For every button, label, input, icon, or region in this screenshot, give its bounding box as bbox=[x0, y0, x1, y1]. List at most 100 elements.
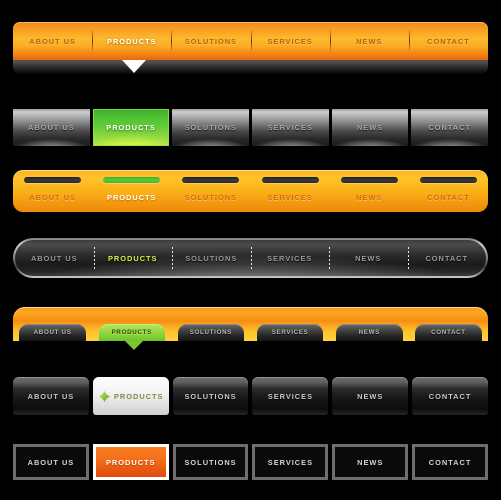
indicator-slot-icon bbox=[261, 177, 319, 183]
nav-item-about-us[interactable]: ABOUT US bbox=[13, 170, 92, 212]
nav-item-contact[interactable]: CONTACT bbox=[408, 22, 488, 60]
active-pointer-arrow-icon bbox=[122, 60, 146, 73]
nav-item-solutions[interactable]: SOLUTIONS bbox=[172, 240, 251, 276]
nav-item-products[interactable]: PRODUCTS bbox=[92, 324, 171, 341]
nav-item-label: SERVICES bbox=[267, 123, 313, 132]
nav-item-contact[interactable]: CONTACT bbox=[409, 324, 488, 341]
navbar-5-items: ABOUT US PRODUCTS SOLUTIONS SERVICES NEW… bbox=[13, 307, 488, 341]
nav-item-label: CONTACT bbox=[431, 329, 466, 336]
navbar-flat-boxes: ABOUT US PRODUCTS SOLUTIONS SERVICES NEW… bbox=[0, 440, 501, 484]
nav-item-news[interactable]: NEWS bbox=[330, 324, 409, 341]
nav-item-solutions[interactable]: SOLUTIONS bbox=[172, 444, 249, 480]
nav-item-label: CONTACT bbox=[428, 391, 472, 401]
nav-item-news[interactable]: NEWS bbox=[332, 444, 409, 480]
nav-item-contact[interactable]: CONTACT bbox=[412, 444, 488, 480]
navbar-glossy-dark-tabs: ABOUT US PRODUCTS SOLUTIONS SERVICES NEW… bbox=[0, 375, 501, 419]
nav-item-label: SOLUTIONS bbox=[184, 36, 237, 46]
nav-item-label: SERVICES bbox=[267, 391, 314, 401]
nav-item-services[interactable]: SERVICES bbox=[250, 22, 330, 60]
indicator-slot-icon bbox=[24, 177, 82, 183]
nav-item-news[interactable]: NEWS bbox=[331, 109, 409, 146]
nav-item-products[interactable]: PRODUCTS bbox=[93, 240, 173, 276]
active-pointer-arrow-icon bbox=[125, 341, 143, 350]
nav-item-label: NEWS bbox=[356, 193, 383, 202]
nav-item-services[interactable]: SERVICES bbox=[252, 444, 329, 480]
nav-item-label: SERVICES bbox=[267, 36, 313, 46]
nav-item-label: NEWS bbox=[356, 36, 383, 46]
indicator-slot-icon bbox=[340, 177, 398, 183]
navbar-4-items: ABOUT US PRODUCTS SOLUTIONS SERVICES NEW… bbox=[15, 240, 486, 276]
nav-item-contact[interactable]: CONTACT bbox=[412, 377, 488, 415]
nav-item-label: ABOUT US bbox=[27, 391, 75, 401]
navbar-2-items: ABOUT US PRODUCTS SOLUTIONS SERVICES NEW… bbox=[13, 109, 489, 146]
nav-item-about-us[interactable]: ABOUT US bbox=[13, 377, 89, 415]
nav-item-contact[interactable]: CONTACT bbox=[407, 240, 487, 276]
nav-item-label: SERVICES bbox=[271, 329, 309, 336]
nav-item-services[interactable]: SERVICES bbox=[252, 109, 329, 146]
nav-item-pill: NEWS bbox=[336, 324, 403, 341]
nav-item-contact[interactable]: CONTACT bbox=[409, 170, 488, 212]
nav-item-products[interactable]: PRODUCTS bbox=[92, 22, 171, 60]
nav-item-label: NEWS bbox=[358, 329, 380, 336]
nav-item-label: ABOUT US bbox=[28, 123, 75, 132]
nav-item-services[interactable]: SERVICES bbox=[250, 240, 330, 276]
nav-item-label: CONTACT bbox=[428, 123, 471, 132]
nav-item-label: ABOUT US bbox=[27, 457, 75, 467]
nav-item-pill: CONTACT bbox=[415, 324, 482, 341]
nav-item-label: ABOUT US bbox=[29, 193, 76, 202]
nav-item-label: SERVICES bbox=[267, 457, 314, 467]
nav-item-pill: SOLUTIONS bbox=[177, 324, 245, 341]
nav-item-news[interactable]: NEWS bbox=[330, 170, 409, 212]
nav-item-news[interactable]: NEWS bbox=[332, 377, 409, 415]
navigation-bar-ui-kit: ABOUT US PRODUCTS SOLUTIONS SERVICES NEW… bbox=[0, 0, 501, 500]
nav-item-label: SOLUTIONS bbox=[189, 329, 233, 336]
nav-item-news[interactable]: NEWS bbox=[329, 22, 409, 60]
nav-item-services[interactable]: SERVICES bbox=[251, 324, 330, 341]
nav-item-about-us[interactable]: ABOUT US bbox=[13, 22, 92, 60]
nav-item-contact[interactable]: CONTACT bbox=[411, 109, 489, 146]
navbar-orange-pills: ABOUT US PRODUCTS SOLUTIONS SERVICES NEW… bbox=[0, 305, 501, 357]
nav-item-label: SERVICES bbox=[267, 253, 313, 263]
nav-item-label: PRODUCTS bbox=[106, 123, 156, 132]
nav-item-solutions[interactable]: SOLUTIONS bbox=[172, 377, 249, 415]
nav-item-label: NEWS bbox=[356, 123, 384, 132]
nav-item-label: PRODUCTS bbox=[108, 253, 158, 263]
nav-item-label: SOLUTIONS bbox=[185, 253, 238, 263]
navbar-6-items: ABOUT US PRODUCTS SOLUTIONS SERVICES NEW… bbox=[13, 377, 488, 415]
nav-item-label: SOLUTIONS bbox=[184, 391, 237, 401]
nav-item-solutions[interactable]: SOLUTIONS bbox=[171, 324, 250, 341]
nav-item-label: PRODUCTS bbox=[114, 391, 164, 401]
nav-item-solutions[interactable]: SOLUTIONS bbox=[172, 109, 250, 146]
nav-item-products[interactable]: PRODUCTS bbox=[92, 377, 169, 415]
navbar-metal-tabs: ABOUT US PRODUCTS SOLUTIONS SERVICES NEW… bbox=[0, 105, 501, 149]
nav-item-solutions[interactable]: SOLUTIONS bbox=[171, 170, 250, 212]
nav-item-pill: PRODUCTS bbox=[98, 324, 165, 341]
nav-item-label: CONTACT bbox=[428, 457, 472, 467]
nav-item-about-us[interactable]: ABOUT US bbox=[13, 444, 89, 480]
nav-item-label: NEWS bbox=[357, 457, 384, 467]
navbar-1-items: ABOUT US PRODUCTS SOLUTIONS SERVICES NEW… bbox=[13, 22, 488, 60]
navbar-orange-slots: ABOUT US PRODUCTS SOLUTIONS SERVICES NEW… bbox=[0, 170, 501, 216]
nav-item-label: NEWS bbox=[355, 253, 382, 263]
nav-item-label: CONTACT bbox=[427, 36, 470, 46]
nav-item-about-us[interactable]: ABOUT US bbox=[15, 240, 94, 276]
navbar-3-items: ABOUT US PRODUCTS SOLUTIONS SERVICES NEW… bbox=[13, 170, 488, 212]
nav-item-products[interactable]: PRODUCTS bbox=[92, 444, 169, 480]
nav-item-label: PRODUCTS bbox=[106, 457, 156, 467]
nav-item-about-us[interactable]: ABOUT US bbox=[13, 324, 92, 341]
nav-item-label: SOLUTIONS bbox=[184, 193, 237, 202]
nav-item-news[interactable]: NEWS bbox=[329, 240, 408, 276]
nav-item-products[interactable]: PRODUCTS bbox=[92, 170, 171, 212]
nav-item-label: CONTACT bbox=[427, 193, 470, 202]
nav-item-about-us[interactable]: ABOUT US bbox=[13, 109, 90, 146]
nav-item-products[interactable]: PRODUCTS bbox=[92, 109, 170, 146]
nav-item-solutions[interactable]: SOLUTIONS bbox=[171, 22, 250, 60]
indicator-slot-icon bbox=[419, 177, 477, 183]
nav-item-label: ABOUT US bbox=[29, 36, 76, 46]
four-point-star-icon bbox=[98, 390, 111, 403]
nav-item-services[interactable]: SERVICES bbox=[251, 170, 330, 212]
nav-item-pill: SERVICES bbox=[256, 324, 324, 341]
nav-item-label: PRODUCTS bbox=[107, 36, 157, 46]
nav-item-services[interactable]: SERVICES bbox=[252, 377, 329, 415]
nav-item-label: SERVICES bbox=[267, 193, 313, 202]
